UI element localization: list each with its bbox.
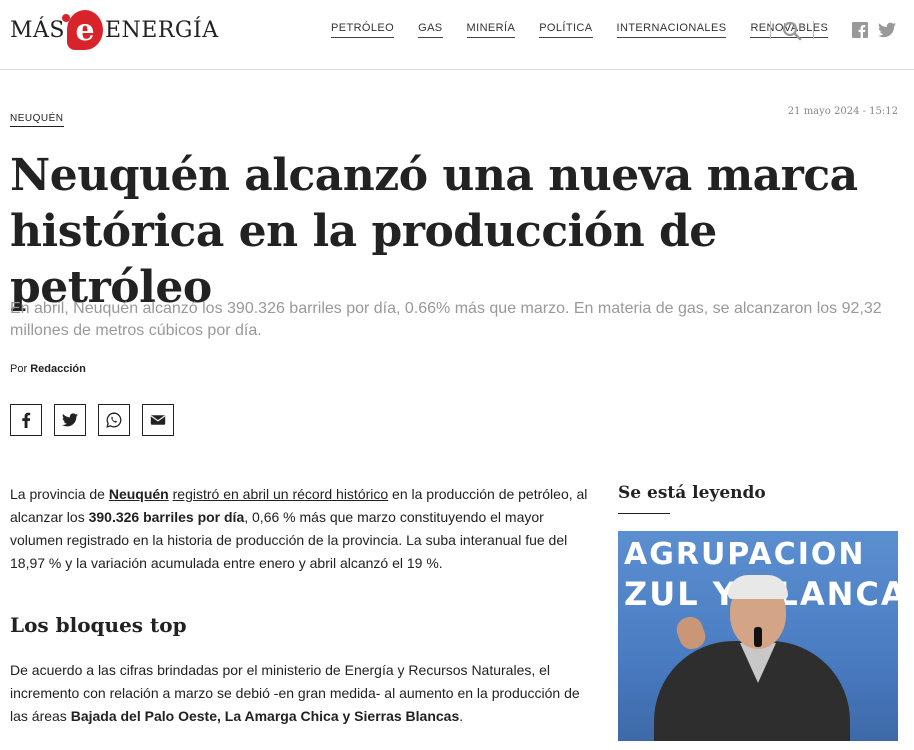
twitter-icon	[62, 413, 78, 427]
article-title: Neuquén alcanzó una nueva marca históric…	[10, 150, 858, 313]
logo-mark: e	[62, 10, 103, 50]
nav-item-mineria[interactable]: MINERÍA	[466, 22, 516, 38]
section-heading: Los bloques top	[10, 613, 187, 637]
nav-divider	[813, 21, 814, 39]
share-email-button[interactable]	[142, 404, 174, 436]
logo-text-right: ENERGÍA	[105, 17, 219, 43]
sidebar-title-underline	[618, 513, 670, 514]
nav-item-politica[interactable]: POLÍTICA	[539, 22, 593, 38]
nav-item-gas[interactable]: GAS	[418, 22, 443, 38]
share-facebook-button[interactable]	[10, 404, 42, 436]
byline-author[interactable]: Redacción	[30, 363, 86, 375]
nav-divider	[770, 21, 771, 39]
nav-item-petroleo[interactable]: PETRÓLEO	[331, 22, 395, 38]
facebook-icon[interactable]	[852, 22, 868, 38]
article-subtitle: En abril, Neuquén alcanzó los 390.326 ba…	[10, 300, 882, 339]
microphone	[754, 627, 762, 647]
email-icon	[150, 415, 166, 425]
facebook-icon	[22, 412, 31, 428]
logo-text-left: MÁS	[10, 17, 65, 43]
share-whatsapp-button[interactable]	[98, 404, 130, 436]
site-logo[interactable]: MÁS e ENERGÍA	[10, 8, 219, 52]
person-hair	[728, 575, 788, 599]
share-twitter-button[interactable]	[54, 404, 86, 436]
article-category[interactable]: NEUQUÉN	[10, 113, 64, 127]
sidebar-article-image[interactable]: AGRUPACION ZUL Y BLANCA	[618, 531, 898, 741]
article-paragraph: De acuerdo a las cifras brindadas por el…	[10, 662, 580, 724]
search-icon[interactable]	[782, 21, 802, 41]
twitter-icon[interactable]	[878, 22, 896, 38]
byline-prefix: Por	[10, 363, 28, 375]
link-neuquen[interactable]: Neuquén	[109, 486, 169, 502]
article-paragraph: La provincia de Neuquén registró en abri…	[10, 486, 588, 571]
link-record-historico[interactable]: registró en abril un récord histórico	[173, 486, 389, 502]
nav-item-internacionales[interactable]: INTERNACIONALES	[616, 22, 727, 38]
whatsapp-icon	[106, 412, 122, 428]
article-date: 21 mayo 2024 - 15:12	[787, 106, 898, 117]
share-buttons	[10, 404, 186, 436]
main-nav: PETRÓLEO GAS MINERÍA POLÍTICA INTERNACIO…	[331, 22, 852, 38]
article-byline: Por Redacción	[10, 363, 86, 375]
image-banner-text: AGRUPACION	[624, 537, 866, 572]
site-header: MÁS e ENERGÍA PETRÓLEO GAS MINERÍA POLÍT…	[0, 0, 914, 70]
sidebar-title: Se está leyendo	[618, 483, 766, 503]
article-body: La provincia de Neuquén registró en abri…	[10, 483, 590, 728]
